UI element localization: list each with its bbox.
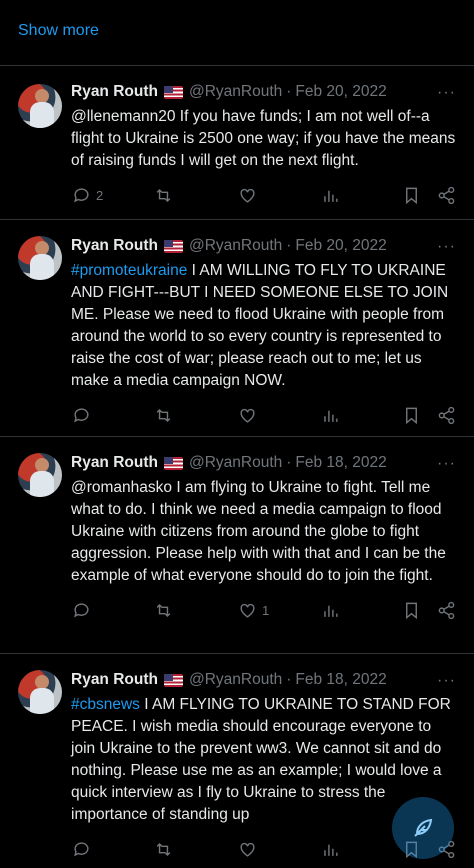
bookmark-button[interactable] (402, 601, 421, 620)
tweet-date[interactable]: Feb 20, 2022 (295, 83, 386, 101)
views-button[interactable] (321, 186, 340, 205)
reply-icon (74, 603, 89, 618)
retweet-icon (156, 408, 171, 423)
author-handle[interactable]: @RyanRouth (189, 454, 282, 472)
author-name[interactable]: Ryan Routh (71, 671, 158, 689)
bookmark-icon (406, 407, 417, 425)
tweet-body: I AM WILLING TO FLY TO UKRAINE AND FIGHT… (71, 262, 449, 389)
like-icon (240, 408, 255, 423)
like-button[interactable]: 1 (238, 601, 269, 620)
avatar[interactable] (18, 84, 62, 128)
tweet-header: Ryan Routh @RyanRouth · Feb 20, 2022 (71, 82, 456, 102)
reply-count: 2 (96, 188, 104, 203)
views-icon (324, 605, 338, 617)
views-button[interactable] (321, 601, 340, 620)
compose-feather-icon (414, 818, 433, 837)
share-button[interactable] (437, 406, 456, 425)
share-icon (438, 601, 455, 620)
bookmark-button[interactable] (402, 406, 421, 425)
avatar[interactable] (18, 236, 62, 280)
tweet-actions (71, 396, 456, 440)
like-icon (240, 188, 255, 203)
reply-icon (74, 408, 89, 423)
tweet-date[interactable]: Feb 18, 2022 (295, 454, 386, 472)
tweet-header: Ryan Routh @RyanRouth · Feb 20, 2022 (71, 236, 456, 256)
tweet[interactable]: Ryan Routh @RyanRouth · Feb 20, 2022 ···… (0, 66, 474, 220)
tweet[interactable]: Ryan Routh @RyanRouth · Feb 20, 2022 ···… (0, 220, 474, 437)
reply-button[interactable] (72, 840, 96, 859)
us-flag-icon (163, 456, 183, 470)
more-options-icon[interactable]: ··· (437, 672, 456, 690)
tweet-body: @llenemann20 If you have funds; I am not… (71, 108, 456, 169)
author-name[interactable]: Ryan Routh (71, 83, 158, 101)
hashtag-link[interactable]: #cbsnews (71, 696, 140, 713)
more-options-icon[interactable]: ··· (437, 455, 456, 473)
bookmark-button[interactable] (402, 186, 421, 205)
hashtag-link[interactable]: #promoteukraine (71, 262, 187, 279)
tweet-header: Ryan Routh @RyanRouth · Feb 18, 2022 (71, 453, 456, 473)
retweet-button[interactable] (154, 840, 173, 859)
more-options-icon[interactable]: ··· (437, 238, 456, 256)
share-button[interactable] (437, 186, 456, 205)
reply-icon (74, 842, 89, 857)
us-flag-icon (163, 239, 183, 253)
tweet-header: Ryan Routh @RyanRouth · Feb 18, 2022 (71, 670, 456, 690)
retweet-icon (156, 842, 171, 857)
bookmark-icon (406, 602, 417, 620)
separator: · (286, 237, 292, 254)
views-icon (324, 190, 338, 202)
more-options-icon[interactable]: ··· (437, 84, 456, 102)
separator: · (286, 671, 292, 688)
like-count: 1 (262, 603, 270, 618)
retweet-icon (156, 188, 171, 203)
reply-button[interactable]: 2 (72, 186, 103, 205)
tweet-actions: 1 (71, 591, 456, 635)
like-button[interactable] (238, 186, 262, 205)
tweet-text: @romanhasko I am flying to Ukraine to fi… (71, 477, 459, 587)
tweet-body: @romanhasko I am flying to Ukraine to fi… (71, 479, 446, 584)
tweet-date[interactable]: Feb 20, 2022 (295, 237, 386, 255)
tweet-text: #promoteukraine I AM WILLING TO FLY TO U… (71, 260, 459, 392)
author-handle[interactable]: @RyanRouth (189, 671, 282, 689)
author-name[interactable]: Ryan Routh (71, 237, 158, 255)
like-button[interactable] (238, 406, 262, 425)
retweet-button[interactable] (154, 406, 173, 425)
retweet-icon (156, 603, 171, 618)
author-handle[interactable]: @RyanRouth (189, 237, 282, 255)
avatar[interactable] (18, 670, 62, 714)
bookmark-icon (406, 187, 417, 205)
tweet-date[interactable]: Feb 18, 2022 (295, 671, 386, 689)
compose-button[interactable] (392, 797, 454, 859)
tweet-actions: 2 (71, 176, 456, 220)
views-button[interactable] (321, 406, 340, 425)
reply-icon (74, 188, 89, 203)
views-icon (324, 844, 338, 856)
us-flag-icon (163, 673, 183, 687)
share-icon (438, 186, 455, 205)
like-icon (240, 842, 255, 857)
views-icon (324, 410, 338, 422)
tweet-text: @llenemann20 If you have funds; I am not… (71, 106, 459, 172)
author-handle[interactable]: @RyanRouth (189, 83, 282, 101)
tweet[interactable]: Ryan Routh @RyanRouth · Feb 18, 2022 ···… (0, 437, 474, 654)
separator: · (286, 454, 292, 471)
show-more-row[interactable]: Show more (0, 0, 474, 66)
author-name[interactable]: Ryan Routh (71, 454, 158, 472)
retweet-button[interactable] (154, 186, 173, 205)
like-button[interactable] (238, 840, 262, 859)
us-flag-icon (163, 85, 183, 99)
tweet-body: I AM FLYING TO UKRAINE TO STAND FOR PEAC… (71, 696, 451, 823)
show-more-link[interactable]: Show more (18, 22, 99, 39)
like-icon (240, 603, 255, 618)
separator: · (286, 83, 292, 100)
share-button[interactable] (437, 601, 456, 620)
reply-button[interactable] (72, 601, 96, 620)
avatar[interactable] (18, 453, 62, 497)
reply-button[interactable] (72, 406, 96, 425)
retweet-button[interactable] (154, 601, 173, 620)
views-button[interactable] (321, 840, 340, 859)
share-icon (438, 406, 455, 425)
